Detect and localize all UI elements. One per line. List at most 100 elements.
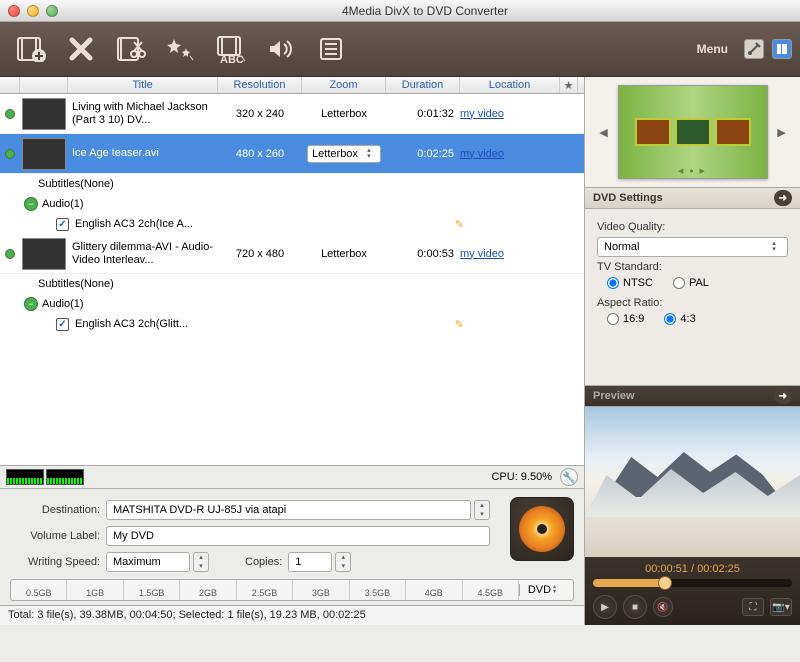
destination-select[interactable]: MATSHITA DVD-R UJ-85J via atapi: [106, 500, 471, 520]
cpu-graph-icon: [46, 469, 84, 485]
menu-template-pane: ◀ ◀ ● ▶ ▶: [585, 77, 800, 187]
file-row-selected[interactable]: Ice Age teaser.avi 480 x 260 Letterbox▴▾…: [0, 134, 584, 174]
audio-header-row[interactable]: −Audio(1): [0, 294, 584, 314]
subtitles-row[interactable]: Subtitles(None): [0, 174, 584, 194]
aspect-ratio-label: Aspect Ratio:: [597, 297, 788, 309]
disc-icon: [519, 506, 565, 552]
file-location-link[interactable]: my video: [460, 248, 504, 260]
size-tick: 1.5GB: [124, 580, 180, 600]
fullscreen-button[interactable]: ⛶: [742, 598, 764, 616]
effects-button[interactable]: [158, 29, 204, 69]
expand-icon[interactable]: ➜: [774, 190, 792, 206]
collapse-icon[interactable]: −: [24, 297, 38, 311]
checkbox[interactable]: ✓: [56, 318, 69, 331]
thumbnail: [22, 98, 66, 130]
seek-knob[interactable]: [658, 576, 672, 590]
size-tick: 4GB: [406, 580, 462, 600]
ntsc-radio[interactable]: NTSC: [607, 277, 653, 289]
status-indicator-icon: [5, 109, 15, 119]
file-location-link[interactable]: my video: [460, 108, 504, 120]
window-title: 4Media DivX to DVD Converter: [58, 4, 792, 18]
col-resolution[interactable]: Resolution: [218, 77, 302, 93]
col-star[interactable]: ★: [560, 77, 578, 93]
zoom-window-button[interactable]: [46, 5, 58, 17]
minimize-window-button[interactable]: [27, 5, 39, 17]
audio-track-row[interactable]: ✓English AC3 2ch(Ice A...✎: [0, 214, 584, 234]
expand-icon[interactable]: ➜: [774, 388, 792, 404]
cpu-settings-button[interactable]: 🔧: [560, 468, 578, 486]
file-title: Glittery dilemma-AVI - Audio-Video Inter…: [68, 239, 218, 269]
audio-track-row[interactable]: ✓English AC3 2ch(Glitt...✎: [0, 314, 584, 334]
chapter-button[interactable]: [308, 29, 354, 69]
aspect-169-radio[interactable]: 16:9: [607, 313, 644, 325]
writing-speed-select[interactable]: Maximum: [106, 552, 190, 572]
size-tick: 2GB: [180, 580, 236, 600]
volume-label-label: Volume Label:: [10, 530, 106, 542]
clip-button[interactable]: [108, 29, 154, 69]
file-location-link[interactable]: my video: [460, 148, 504, 160]
col-title[interactable]: Title: [68, 77, 218, 93]
video-quality-label: Video Quality:: [597, 221, 788, 233]
play-button[interactable]: ▶: [593, 595, 617, 619]
cpu-bar: CPU: 9.50% 🔧: [0, 465, 584, 489]
preview-header[interactable]: Preview ➜: [585, 385, 800, 407]
menu-slot-icon: [675, 118, 711, 146]
next-template-button[interactable]: ▶: [774, 124, 790, 140]
zoom-select[interactable]: Letterbox▴▾: [307, 145, 381, 163]
prev-template-button[interactable]: ◀: [596, 124, 612, 140]
remove-button[interactable]: [58, 29, 104, 69]
subtitles-row[interactable]: Subtitles(None): [0, 274, 584, 294]
thumbnail: [22, 138, 66, 170]
file-title: Ice Age teaser.avi: [68, 145, 218, 162]
col-indicator[interactable]: [0, 77, 20, 93]
size-bar: 0.5GB 1GB 1.5GB 2GB 2.5GB 3GB 3.5GB 4GB …: [10, 579, 574, 601]
col-duration[interactable]: Duration: [386, 77, 460, 93]
file-row[interactable]: Living with Michael Jackson (Part 3 10) …: [0, 94, 584, 134]
burn-button[interactable]: [510, 497, 574, 561]
preview-pane: 00:00:51 / 00:02:25 ▶ ■ 🔇 ⛶ 📷▾: [585, 407, 800, 625]
seek-slider[interactable]: [593, 579, 792, 587]
edit-icon[interactable]: ✎: [455, 218, 464, 231]
destination-label: Destination:: [10, 504, 106, 516]
snapshot-button[interactable]: 📷▾: [770, 598, 792, 616]
copies-stepper[interactable]: ▴▾: [335, 552, 351, 572]
mute-button[interactable]: 🔇: [653, 597, 673, 617]
audio-header-row[interactable]: −Audio(1): [0, 194, 584, 214]
checkbox[interactable]: ✓: [56, 218, 69, 231]
menu-template-thumbnail[interactable]: ◀ ● ▶: [618, 85, 768, 179]
size-tick: 2.5GB: [237, 580, 293, 600]
size-tick: 3.5GB: [350, 580, 406, 600]
copies-input[interactable]: 1: [288, 552, 332, 572]
dvd-settings-header[interactable]: DVD Settings ➜: [585, 187, 800, 209]
audio-button[interactable]: [258, 29, 304, 69]
aspect-43-radio[interactable]: 4:3: [664, 313, 695, 325]
file-row[interactable]: Glittery dilemma-AVI - Audio-Video Inter…: [0, 234, 584, 274]
status-indicator-icon: [5, 149, 15, 159]
subtitle-button[interactable]: ABC: [208, 29, 254, 69]
speed-stepper[interactable]: ▴▾: [193, 552, 209, 572]
status-indicator-icon: [5, 249, 15, 259]
playback-time: 00:00:51 / 00:02:25: [593, 563, 792, 575]
settings-icon[interactable]: [744, 39, 764, 59]
menu-slot-icon: [635, 118, 671, 146]
add-file-button[interactable]: [8, 29, 54, 69]
file-resolution: 320 x 240: [218, 108, 302, 120]
status-bar: Total: 3 file(s), 39.38MB, 00:04:50; Sel…: [0, 605, 584, 625]
col-zoom[interactable]: Zoom: [302, 77, 386, 93]
disc-type-select[interactable]: DVD▴▾: [519, 584, 573, 596]
pal-radio[interactable]: PAL: [673, 277, 709, 289]
edit-icon[interactable]: ✎: [455, 318, 464, 331]
tv-standard-label: TV Standard:: [597, 261, 788, 273]
volume-label-input[interactable]: My DVD: [106, 526, 490, 546]
file-title: Living with Michael Jackson (Part 3 10) …: [68, 99, 218, 129]
destination-stepper[interactable]: ▴▾: [474, 500, 490, 520]
preview-video[interactable]: [585, 407, 800, 557]
col-thumbnail[interactable]: [20, 77, 68, 93]
video-quality-select[interactable]: Normal▴▾: [597, 237, 788, 257]
layout-icon[interactable]: [772, 39, 792, 59]
collapse-icon[interactable]: −: [24, 197, 38, 211]
col-location[interactable]: Location: [460, 77, 560, 93]
close-window-button[interactable]: [8, 5, 20, 17]
file-duration: 0:00:53: [386, 248, 460, 260]
stop-button[interactable]: ■: [623, 595, 647, 619]
